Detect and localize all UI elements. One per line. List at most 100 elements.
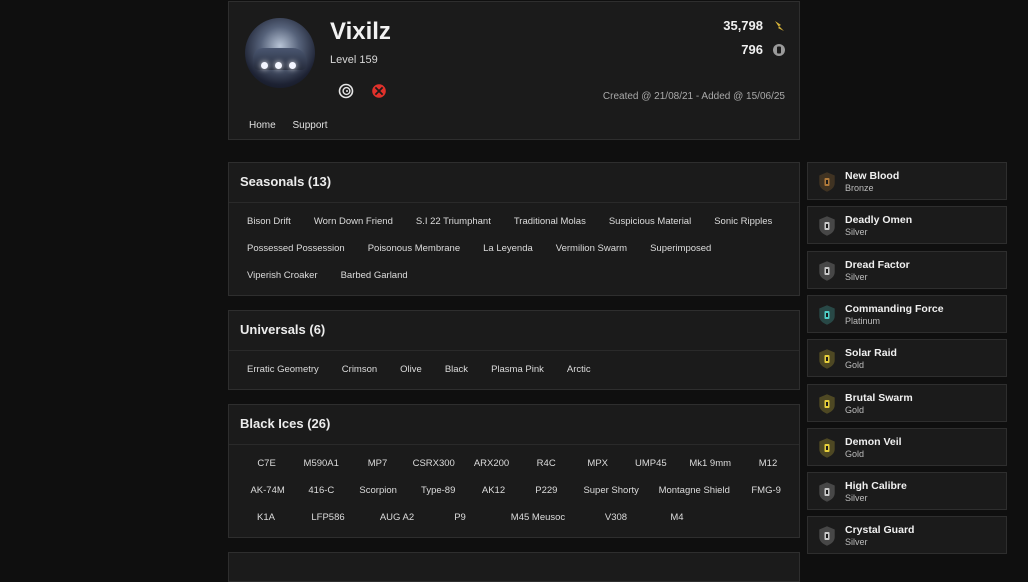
- charm-badge-icon: [819, 305, 835, 325]
- charm-name: Demon Veil: [845, 435, 902, 448]
- next-section: [228, 552, 800, 582]
- weapon-chip[interactable]: FMG-9: [739, 485, 793, 496]
- charm-name: Brutal Swarm: [845, 391, 913, 404]
- skin-chip[interactable]: Viperish Croaker: [240, 270, 325, 281]
- skin-chip[interactable]: Plasma Pink: [484, 364, 551, 375]
- weapon-chip[interactable]: V308: [586, 512, 646, 523]
- seasonals-title: Seasonals (13): [240, 174, 332, 189]
- weapon-chip[interactable]: Super Shorty: [573, 485, 649, 496]
- skin-chip[interactable]: Olive: [393, 364, 429, 375]
- charm-card[interactable]: Deadly Omen Silver: [807, 206, 1007, 245]
- seasonals-list: Bison Drift Worn Down Friend S.I 22 Triu…: [240, 208, 793, 289]
- weapon-chip[interactable]: C7E: [240, 458, 293, 469]
- weapon-chip[interactable]: M45 Meusoc: [490, 512, 586, 523]
- skin-chip[interactable]: Barbed Garland: [334, 270, 415, 281]
- universals-list: Erratic Geometry Crimson Olive Black Pla…: [240, 356, 793, 383]
- skin-chip[interactable]: Bison Drift: [240, 216, 298, 227]
- charm-card[interactable]: High Calibre Silver: [807, 472, 1007, 511]
- weapon-chip[interactable]: M12: [743, 458, 793, 469]
- weapon-chip[interactable]: Montagne Shield: [649, 485, 739, 496]
- skin-chip[interactable]: Suspicious Material: [602, 216, 698, 227]
- charm-tier: Silver: [845, 493, 868, 504]
- profile-card: Vixilz Level 159 35,798 796 Created @ 21…: [228, 1, 800, 140]
- player-level: Level 159: [330, 54, 378, 66]
- username: Vixilz: [330, 18, 391, 45]
- nav-support[interactable]: Support: [292, 120, 327, 131]
- ubisoft-icon[interactable]: [338, 83, 354, 99]
- charm-tier: Silver: [845, 271, 868, 282]
- weapon-chip[interactable]: CSRX300: [406, 458, 462, 469]
- skin-chip[interactable]: Superimposed: [643, 243, 718, 254]
- profile-nav: Home Support: [249, 120, 342, 131]
- charm-name: Solar Raid: [845, 347, 897, 360]
- charm-name: Crystal Guard: [845, 524, 915, 537]
- weapon-chip[interactable]: P229: [520, 485, 574, 496]
- avatar[interactable]: [245, 18, 315, 88]
- skin-chip[interactable]: Worn Down Friend: [307, 216, 400, 227]
- skin-chip[interactable]: Possessed Possession: [240, 243, 352, 254]
- currency-renown-value: 35,798: [723, 18, 763, 33]
- skin-chip[interactable]: Poisonous Membrane: [361, 243, 467, 254]
- renown-coin-icon: [775, 21, 784, 31]
- skin-chip[interactable]: Sonic Ripples: [707, 216, 779, 227]
- weapon-chip[interactable]: Type-89: [409, 485, 467, 496]
- account-dates: Created @ 21/08/21 - Added @ 15/06/25: [602, 91, 785, 102]
- charm-name: Commanding Force: [845, 302, 944, 315]
- seasonals-section: Seasonals (13) Bison Drift Worn Down Fri…: [228, 162, 800, 296]
- charm-name: New Blood: [845, 170, 900, 182]
- universals-title: Universals (6): [240, 322, 326, 337]
- charm-badge-icon: [819, 482, 835, 502]
- charm-tier: Silver: [845, 227, 868, 238]
- weapon-chip[interactable]: AK-74M: [240, 485, 295, 496]
- charm-badge-icon: [819, 260, 835, 281]
- skin-chip[interactable]: Erratic Geometry: [240, 364, 326, 375]
- skin-chip[interactable]: Black: [438, 364, 475, 375]
- weapon-chip[interactable]: ARX200: [462, 458, 521, 469]
- charm-card[interactable]: Demon Veil Gold: [807, 427, 1007, 466]
- charm-card[interactable]: Commanding Force Platinum: [807, 294, 1007, 333]
- weapon-chip[interactable]: M4: [646, 512, 708, 523]
- universals-section: Universals (6) Erratic Geometry Crimson …: [228, 310, 800, 390]
- charm-tier: Gold: [845, 404, 865, 415]
- charm-name: Dread Factor: [845, 258, 910, 271]
- charm-card[interactable]: New Blood Bronze: [807, 162, 1007, 200]
- charm-card[interactable]: Brutal Swarm Gold: [807, 383, 1007, 422]
- skin-chip[interactable]: Vermilion Swarm: [549, 243, 634, 254]
- weapon-chip[interactable]: AUG A2: [364, 512, 430, 523]
- charm-tier: Bronze: [845, 183, 874, 193]
- charm-badge-icon: [819, 349, 835, 369]
- skin-chip[interactable]: Crimson: [335, 364, 384, 375]
- black-ices-section: Black Ices (26) C7E M590A1 MP7 CSRX300 A…: [228, 404, 800, 538]
- weapon-chip[interactable]: AK12: [467, 485, 519, 496]
- nav-home[interactable]: Home: [249, 120, 276, 131]
- charm-badge-icon: [819, 216, 835, 237]
- weapon-chip[interactable]: LFP586: [292, 512, 364, 523]
- skin-chip[interactable]: La Leyenda: [476, 243, 540, 254]
- weapon-chip[interactable]: UMP45: [624, 458, 677, 469]
- skin-chip[interactable]: S.I 22 Triumphant: [409, 216, 498, 227]
- charm-card[interactable]: Solar Raid Gold: [807, 339, 1007, 378]
- weapon-chip[interactable]: K1A: [240, 512, 292, 523]
- charm-tier: Gold: [845, 448, 865, 459]
- charm-card[interactable]: Dread Factor Silver: [807, 250, 1007, 289]
- weapon-chip[interactable]: M590A1: [293, 458, 349, 469]
- weapon-chip[interactable]: MP7: [349, 458, 405, 469]
- skin-chip[interactable]: Traditional Molas: [507, 216, 593, 227]
- weapon-chip[interactable]: MPX: [571, 458, 624, 469]
- credits-coin-icon: [773, 44, 785, 56]
- weapon-chip[interactable]: R4C: [521, 458, 571, 469]
- charm-tier: Platinum: [845, 315, 881, 326]
- charm-badge-icon: [819, 438, 835, 458]
- black-ices-title: Black Ices (26): [240, 416, 331, 431]
- charm-name: Deadly Omen: [845, 214, 913, 227]
- skin-chip[interactable]: Arctic: [560, 364, 598, 375]
- charm-card[interactable]: Crystal Guard Silver: [807, 516, 1007, 555]
- weapon-chip[interactable]: Scorpion: [347, 485, 409, 496]
- weapon-chip[interactable]: Mk1 9mm: [677, 458, 743, 469]
- black-ices-list: C7E M590A1 MP7 CSRX300 ARX200 R4C MPX UM…: [240, 450, 793, 531]
- xbox-icon[interactable]: [371, 83, 387, 99]
- charm-name: High Calibre: [845, 480, 907, 493]
- currency-secondary-value: 796: [741, 42, 763, 57]
- weapon-chip[interactable]: 416-C: [295, 485, 347, 496]
- weapon-chip[interactable]: P9: [430, 512, 490, 523]
